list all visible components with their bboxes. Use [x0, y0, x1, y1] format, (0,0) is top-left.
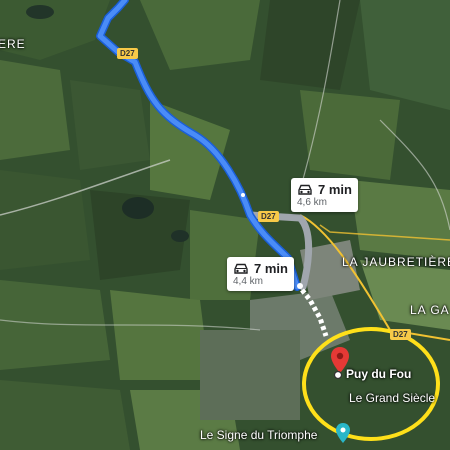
place-label-ere: ERE	[0, 37, 26, 51]
attraction-pin-icon[interactable]	[336, 423, 350, 443]
poi-puy-du-fou[interactable]: Puy du Fou	[346, 367, 411, 381]
route-bubble-primary[interactable]: 7 min 4,4 km	[227, 257, 294, 291]
place-label-jaubretiere: LA JAUBRETIÈRE	[342, 255, 450, 269]
road-shield-d27: D27	[117, 48, 138, 59]
poi-dot-icon	[333, 370, 343, 380]
route-bubble-alternate[interactable]: 7 min 4,6 km	[291, 178, 358, 212]
car-icon	[234, 263, 248, 274]
route-distance: 4,4 km	[233, 276, 264, 287]
place-label-la-ga: LA GA	[410, 303, 450, 317]
poi-grand-siecle[interactable]: Le Grand Siècle	[349, 391, 435, 405]
road-shield-d27: D27	[258, 211, 279, 222]
route-distance: 4,6 km	[297, 197, 328, 208]
road-shield-d27: D27	[390, 329, 411, 340]
route-time: 7 min	[254, 261, 288, 276]
satellite-imagery	[0, 0, 450, 450]
route-time: 7 min	[318, 182, 352, 197]
car-icon	[298, 184, 312, 195]
poi-signe-du-triomphe[interactable]: Le Signe du Triomphe	[200, 428, 317, 442]
map-canvas[interactable]: ERE LA JAUBRETIÈRE LA GA D27 D27 D27 7 m…	[0, 0, 450, 450]
